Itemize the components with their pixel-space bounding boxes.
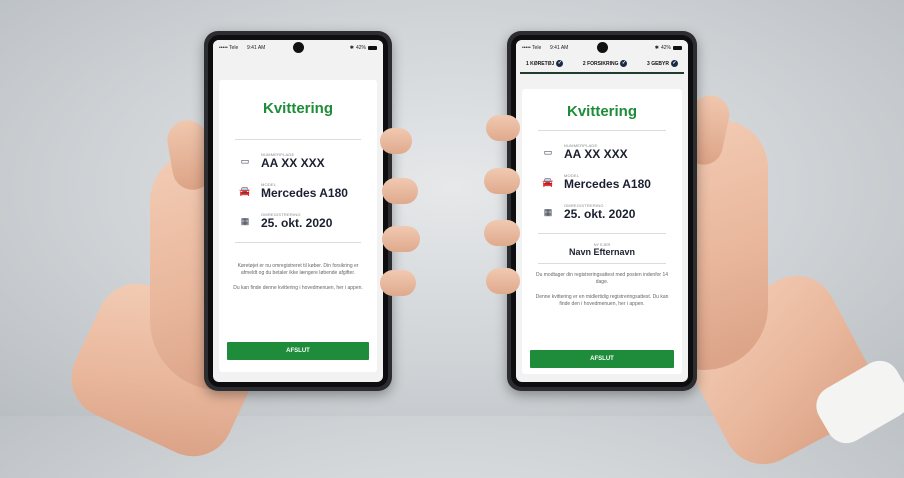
screen-left: ••••• Tele 9:41 AM ✱ 42% Kvittering ▭ NU…	[213, 40, 383, 382]
front-camera	[597, 42, 608, 53]
check-icon: ✓	[670, 60, 678, 67]
receipt-card: Kvittering ▭ NUMMERPLADE AA XX XXX 🚘 MOD…	[522, 89, 682, 374]
info-text-1: Du modtager din registreringsattest med …	[535, 272, 669, 285]
step-vehicle[interactable]: 1 KØRETØJ ✓	[526, 60, 564, 67]
phone-right: ••••• Tele 9:41 AM ✱ 42% 1 KØRETØJ ✓ 2 F…	[507, 31, 697, 391]
step-label: 2 FORSIKRING	[582, 60, 619, 67]
receipt-fields: ▭ NUMMERPLADE AA XX XXX 🚘 MODEL Mercedes…	[538, 130, 666, 234]
carrier-text: ••••• Tele	[522, 45, 542, 51]
left-finger-3	[382, 226, 420, 252]
clock-text: 9:41 AM	[550, 45, 569, 51]
check-icon: ✓	[556, 60, 564, 67]
bluetooth-icon: ✱	[349, 45, 354, 51]
right-finger-3	[484, 220, 520, 246]
phone-left: ••••• Tele 9:41 AM ✱ 42% Kvittering ▭ NU…	[204, 31, 392, 391]
step-insurance[interactable]: 2 FORSIKRING ✓	[583, 60, 628, 67]
calendar-icon: ▦	[240, 215, 250, 226]
check-icon: ✓	[620, 60, 628, 67]
progress-steps: 1 KØRETØJ ✓ 2 FORSIKRING ✓ 3 GEBYR ✓	[520, 56, 684, 74]
model-field: 🚘 MODEL Mercedes A180	[235, 176, 361, 206]
new-owner-block: NY EJER Navn Efternavn	[538, 242, 666, 264]
receipt-fields: ▭ NUMMERPLADE AA XX XXX 🚘 MODEL Mercedes…	[235, 139, 361, 243]
date-value: 25. okt. 2020	[261, 216, 333, 230]
license-plate-icon: ▭	[240, 155, 250, 166]
receipt-card: Kvittering ▭ NUMMERPLADE AA XX XXX 🚘 MOD…	[219, 80, 377, 372]
page-title: Kvittering	[566, 103, 637, 120]
model-value: Mercedes A180	[261, 186, 348, 200]
right-finger-1	[486, 115, 520, 141]
left-finger-1	[380, 128, 412, 154]
plate-field: ▭ NUMMERPLADE AA XX XXX	[235, 146, 361, 176]
page-title: Kvittering	[262, 100, 333, 117]
front-camera	[293, 42, 304, 53]
date-field: ▦ OMREGISTRERING 25. okt. 2020	[235, 206, 361, 236]
date-field: ▦ OMREGISTRERING 25. okt. 2020	[538, 197, 666, 227]
battery-icon	[673, 46, 682, 50]
info-text-2: Denne kvittering er en midlertidig regis…	[535, 294, 669, 307]
model-field: 🚘 MODEL Mercedes A180	[538, 167, 666, 197]
date-value: 25. okt. 2020	[564, 207, 636, 221]
step-label: 1 KØRETØJ	[526, 60, 555, 67]
car-icon: 🚘	[542, 176, 554, 187]
info-text-1: Køretøjet er nu omregistreret til køber.…	[237, 263, 359, 276]
battery-percent: 42%	[660, 45, 671, 51]
owner-value: Navn Efternavn	[568, 247, 636, 257]
clock-text: 9:41 AM	[247, 45, 266, 51]
right-finger-4	[486, 268, 520, 294]
photo-scene: ••••• Tele 9:41 AM ✱ 42% Kvittering ▭ NU…	[0, 0, 904, 478]
model-value: Mercedes A180	[564, 177, 651, 191]
left-finger-4	[380, 270, 416, 296]
plate-value: AA XX XXX	[564, 147, 628, 161]
screen-right: ••••• Tele 9:41 AM ✱ 42% 1 KØRETØJ ✓ 2 F…	[516, 40, 688, 382]
right-finger-2	[484, 168, 520, 194]
plate-value: AA XX XXX	[261, 156, 325, 170]
step-fee[interactable]: 3 GEBYR ✓	[647, 60, 678, 67]
car-icon: 🚘	[239, 185, 251, 196]
bluetooth-icon: ✱	[654, 45, 659, 51]
finish-button[interactable]: AFSLUT	[227, 342, 369, 360]
battery-percent: 42%	[355, 45, 366, 51]
info-text-2: Du kan finde denne kvittering i hovedmen…	[233, 285, 363, 291]
plate-field: ▭ NUMMERPLADE AA XX XXX	[538, 137, 666, 167]
license-plate-icon: ▭	[543, 146, 553, 157]
step-label: 3 GEBYR	[647, 60, 669, 67]
finish-button[interactable]: AFSLUT	[530, 350, 674, 368]
battery-icon	[368, 46, 377, 50]
left-finger-2	[382, 178, 418, 204]
carrier-text: ••••• Tele	[219, 45, 239, 51]
calendar-icon: ▦	[543, 206, 553, 217]
